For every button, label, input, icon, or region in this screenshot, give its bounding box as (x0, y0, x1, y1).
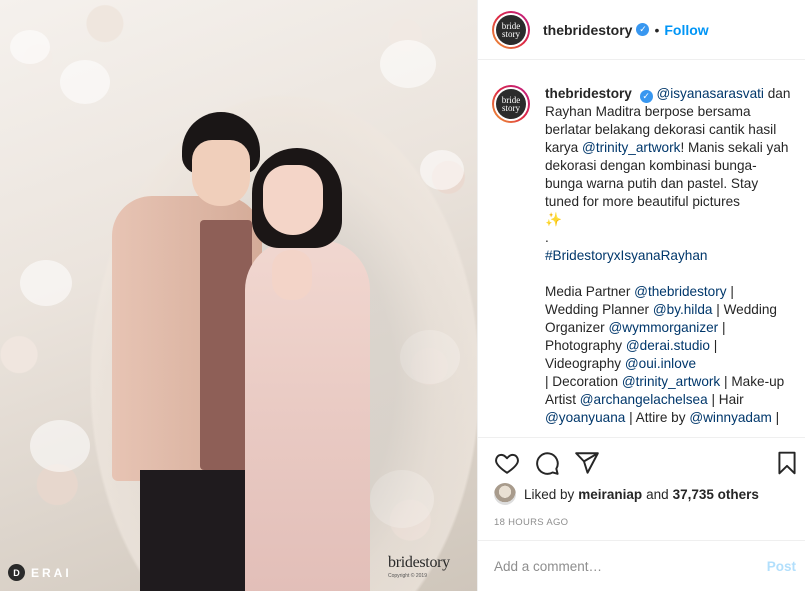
mention-link[interactable]: @trinity_artwork (622, 374, 720, 389)
profile-avatar[interactable]: bride story (492, 10, 530, 49)
mention-link[interactable]: @by.hilda (653, 302, 713, 317)
mention-link[interactable]: @yoanyuana (545, 410, 625, 425)
avatar-ring: bride story (494, 87, 528, 121)
mention-link[interactable]: @derai.studio (626, 338, 710, 353)
comment-icon[interactable] (534, 450, 560, 476)
caption-username[interactable]: thebridestory (545, 86, 632, 101)
caption-text: thebridestory ✓ @isyanasarasvati dan Ray… (545, 85, 791, 437)
likes-middle: and (646, 486, 669, 502)
liker-avatar[interactable] (494, 483, 516, 505)
credit-label: Photography (545, 338, 626, 353)
credits-paragraph: Media Partner @thebridestory | Wedding P… (545, 283, 791, 427)
credit-separator: | (712, 302, 724, 317)
sparkle-emoji: ✨ (545, 212, 562, 227)
likes-count[interactable]: 37,735 others (673, 487, 759, 502)
credit-separator: | (718, 320, 726, 335)
post-header: bride story thebridestory ✓ • Follow (478, 0, 805, 60)
header-separator: • (654, 21, 660, 38)
credit-label: Videography (545, 356, 625, 371)
mention-link[interactable]: @archangelachelsea (580, 392, 708, 407)
watermark-text: ERAI (31, 565, 72, 580)
post-photo[interactable]: D ERAI bridestory Copyright © 2019 (0, 0, 477, 591)
credit-separator: | (771, 410, 780, 425)
post-button[interactable]: Post (767, 559, 796, 574)
mention-link[interactable]: @oui.inlove (625, 356, 696, 371)
brand-watermark: bridestory Copyright © 2019 (388, 554, 450, 579)
credit-separator: | (726, 284, 734, 299)
bridestory-logo-icon: bride story (496, 89, 526, 119)
flower-decoration (30, 420, 90, 472)
likes-prefix: Liked by (524, 486, 575, 502)
watermark-copyright: Copyright © 2019 (388, 573, 427, 579)
heart-icon[interactable] (494, 450, 520, 476)
photographer-watermark: D ERAI (8, 564, 72, 581)
hashtag-link[interactable]: #BridestoryxIsyanaRayhan (545, 248, 707, 263)
mention-link[interactable]: @isyanasarasvati (656, 86, 764, 101)
action-bar (478, 437, 805, 487)
flower-decoration (20, 260, 72, 306)
flower-decoration (10, 30, 50, 64)
verified-badge-icon: ✓ (639, 90, 653, 103)
verified-badge-icon: ✓ (636, 23, 650, 36)
mention-link[interactable]: @thebridestory (634, 284, 726, 299)
paper-plane-icon[interactable] (574, 450, 600, 476)
bookmark-icon[interactable] (774, 450, 800, 476)
avatar-ring: bride story (494, 12, 528, 47)
derai-logo-icon: D (8, 564, 25, 581)
caption-area[interactable]: bride story thebridestory ✓ @isyanasaras… (478, 61, 805, 437)
watermark-brand: bridestory (388, 554, 450, 571)
post-sidebar: bride story thebridestory ✓ • Follow bri… (477, 0, 805, 591)
credit-separator: | (625, 410, 636, 425)
mention-link[interactable]: @trinity_artwork (582, 140, 680, 155)
groom-face (192, 140, 250, 206)
avatar-text-bottom: story (502, 28, 520, 39)
mention-link[interactable]: @winnyadam (689, 410, 772, 425)
caption-dot: . (545, 230, 549, 245)
bride-face (263, 165, 323, 235)
comment-bar: Post (478, 540, 805, 591)
credit-label: Hair (718, 392, 744, 407)
flower-decoration (60, 60, 110, 104)
avatar-text-bottom: story (502, 103, 520, 113)
groom-pants (140, 470, 258, 591)
caption-paragraph: thebridestory ✓ @isyanasarasvati dan Ray… (545, 85, 791, 211)
credit-label: | Decoration (545, 374, 622, 389)
credit-separator: | (709, 338, 718, 353)
credit-separator: | (707, 392, 719, 407)
credit-label: Wedding Planner (545, 302, 653, 317)
follow-button[interactable]: Follow (664, 22, 708, 38)
bride-hand (272, 250, 312, 300)
post-timestamp[interactable]: 18 HOURS AGO (494, 517, 568, 528)
likes-row: Liked by meiraniap and 37,735 others (494, 483, 759, 505)
bridestory-logo-icon: bride story (496, 14, 526, 45)
header-username[interactable]: thebridestory (543, 22, 632, 38)
flower-decoration (380, 40, 436, 88)
caption-avatar[interactable]: bride story (492, 85, 530, 123)
credit-label: Media Partner (545, 284, 635, 299)
credit-label: Attire by (635, 410, 690, 425)
comment-input[interactable] (494, 558, 767, 574)
mention-link[interactable]: @wymmorganizer (608, 320, 718, 335)
credit-separator: | (720, 374, 732, 389)
liker-username[interactable]: meiraniap (578, 487, 642, 502)
